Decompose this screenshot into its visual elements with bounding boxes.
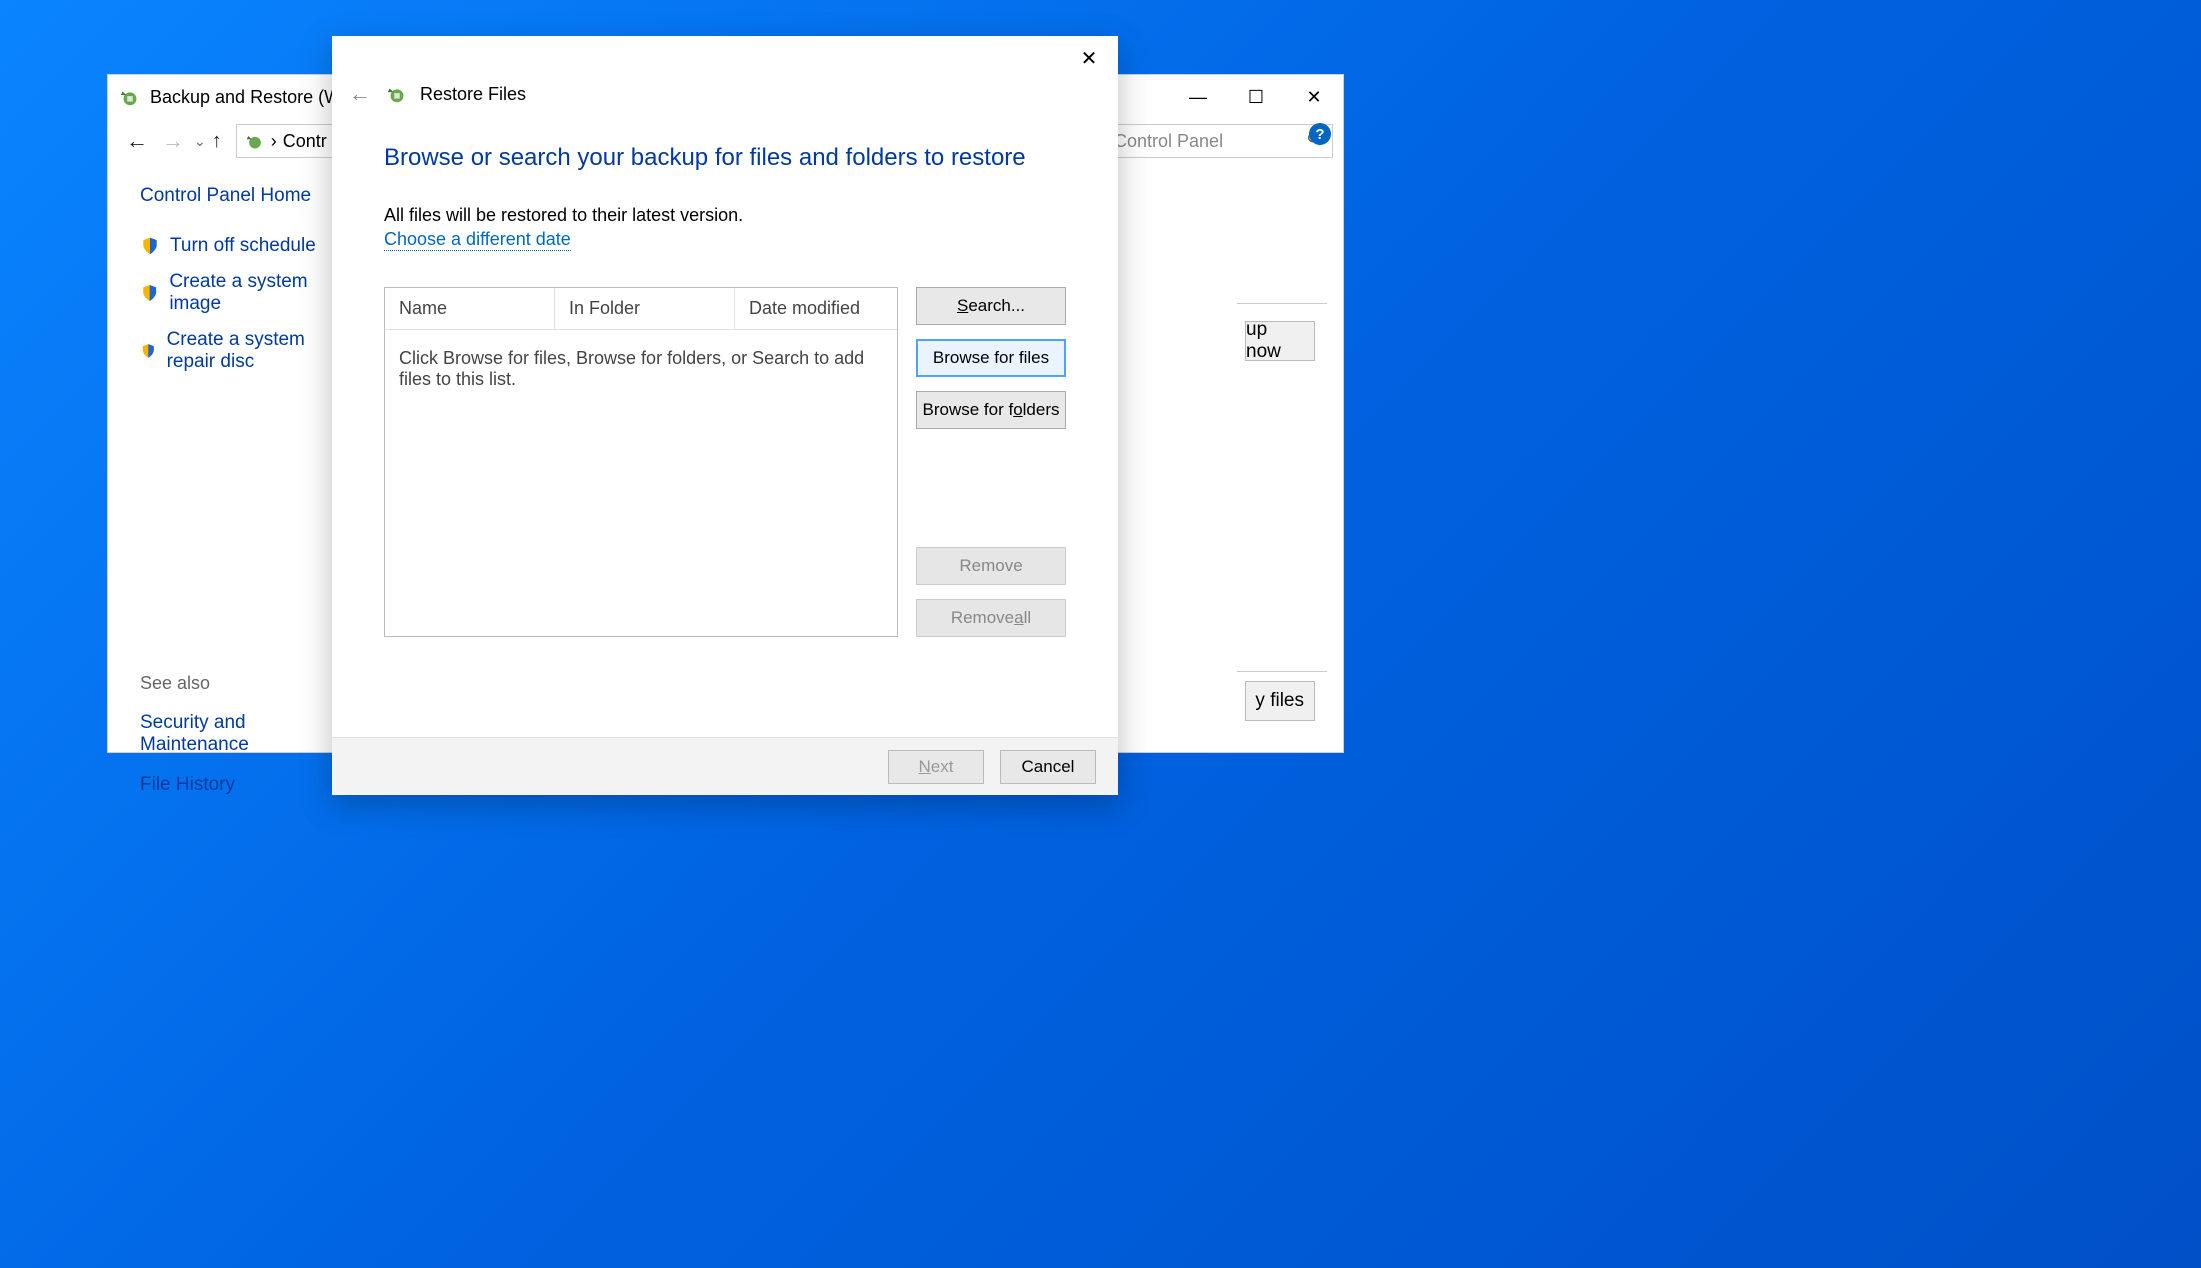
nav-back-icon[interactable]: ← xyxy=(122,126,152,156)
side-button-column: Search... Browse for files Browse for fo… xyxy=(916,287,1066,637)
search-placeholder: Control Panel xyxy=(1114,131,1223,152)
search-input[interactable]: Control Panel xyxy=(1103,124,1333,158)
sidebar-task-label: Create a system repair disc xyxy=(167,329,358,373)
sidebar-task-create-repair-disc[interactable]: Create a system repair disc xyxy=(140,329,358,373)
see-also-file-history[interactable]: File History xyxy=(140,774,358,796)
dialog-header: ← Restore Files xyxy=(332,74,1118,114)
divider xyxy=(1237,671,1327,672)
control-panel-home-link[interactable]: Control Panel Home xyxy=(140,185,358,207)
restore-files-icon xyxy=(386,83,408,105)
column-date-modified[interactable]: Date modified xyxy=(735,288,897,329)
breadcrumb-text: Contr xyxy=(283,131,327,152)
cancel-button[interactable]: Cancel xyxy=(1000,750,1096,784)
browse-for-files-button[interactable]: Browse for files xyxy=(916,339,1066,377)
sidebar-task-label: Turn off schedule xyxy=(170,235,316,257)
sidebar: Control Panel Home Turn off schedule Cre… xyxy=(108,163,358,752)
next-button: Next xyxy=(888,750,984,784)
my-files-label: y files xyxy=(1255,690,1304,712)
search-button-rest: earch... xyxy=(968,296,1025,315)
backup-now-button[interactable]: up now xyxy=(1245,321,1315,361)
restore-my-files-button[interactable]: y files xyxy=(1245,681,1315,721)
shield-icon xyxy=(140,236,160,256)
dialog-back-icon[interactable]: ← xyxy=(346,81,374,107)
help-icon[interactable]: ? xyxy=(1309,123,1331,145)
dialog-footer: Next Cancel xyxy=(332,737,1118,795)
see-also-security[interactable]: Security and Maintenance xyxy=(140,712,358,756)
minimize-button[interactable]: — xyxy=(1169,77,1227,117)
sidebar-task-turn-off-schedule[interactable]: Turn off schedule xyxy=(140,235,358,257)
file-list-empty-message: Click Browse for files, Browse for folde… xyxy=(385,330,897,408)
file-list: Name In Folder Date modified Click Brows… xyxy=(384,287,898,637)
nav-forward-icon[interactable]: → xyxy=(158,126,188,156)
divider xyxy=(1237,303,1327,304)
dialog-heading: Browse or search your backup for files a… xyxy=(384,144,1066,172)
remove-button: Remove xyxy=(916,547,1066,585)
dialog-subtext: All files will be restored to their late… xyxy=(384,202,1066,229)
close-button[interactable]: ✕ xyxy=(1285,77,1343,117)
dialog-body: Browse or search your backup for files a… xyxy=(332,114,1118,737)
file-list-header: Name In Folder Date modified xyxy=(385,288,897,330)
nav-history-chevron-icon[interactable]: ⌄ xyxy=(194,133,206,150)
shield-icon xyxy=(140,341,157,361)
see-also-heading: See also xyxy=(140,673,358,694)
maximize-button[interactable]: ☐ xyxy=(1227,77,1285,117)
choose-different-date-link[interactable]: Choose a different date xyxy=(384,229,571,251)
nav-up-icon[interactable]: ↑ xyxy=(212,130,222,153)
address-icon xyxy=(245,131,265,151)
column-name[interactable]: Name xyxy=(385,288,555,329)
column-in-folder[interactable]: In Folder xyxy=(555,288,735,329)
sidebar-task-label: Create a system image xyxy=(169,271,358,315)
backup-now-label: up now xyxy=(1246,319,1304,363)
search-button[interactable]: Search... xyxy=(916,287,1066,325)
sidebar-task-create-system-image[interactable]: Create a system image xyxy=(140,271,358,315)
restore-files-dialog: ✕ ← Restore Files Browse or search your … xyxy=(332,36,1118,795)
backup-restore-icon xyxy=(118,85,142,109)
browse-for-folders-button[interactable]: Browse for folders xyxy=(916,391,1066,429)
dialog-close-button[interactable]: ✕ xyxy=(1064,40,1114,76)
dialog-title: Restore Files xyxy=(420,84,526,105)
shield-icon xyxy=(140,283,159,303)
breadcrumb-chevron-icon: › xyxy=(271,131,277,152)
remove-all-button: Remove all xyxy=(916,599,1066,637)
